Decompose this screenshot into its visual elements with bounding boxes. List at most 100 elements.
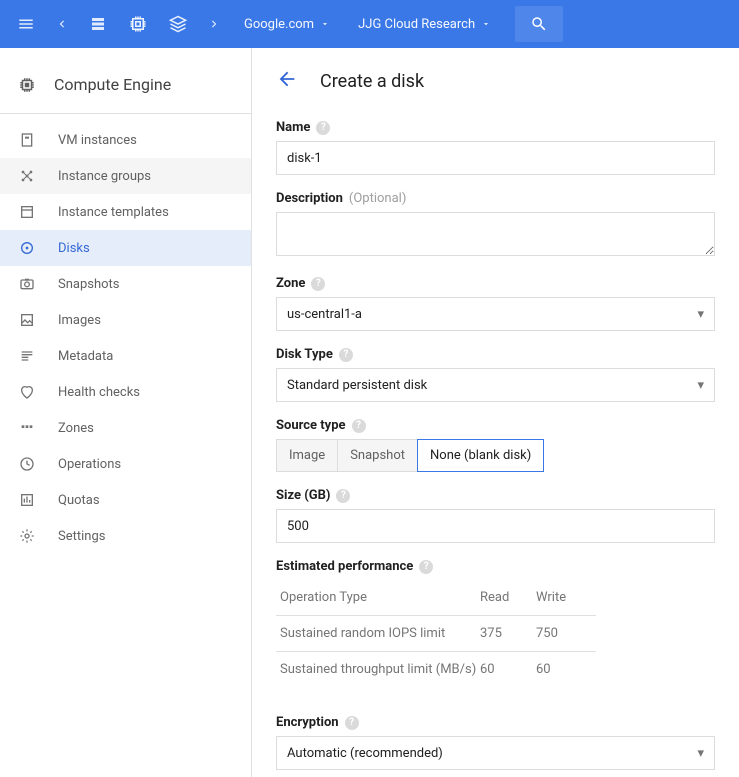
zone-select[interactable]: us-central1-a ▾ [276, 297, 715, 331]
source-type-option[interactable]: None (blank disk) [417, 439, 544, 472]
sidebar-item-label: Snapshots [58, 277, 120, 292]
table-row: Sustained random IOPS limit375750 [276, 616, 596, 652]
back-button[interactable] [276, 68, 298, 94]
perf-col-op: Operation Type [280, 590, 480, 605]
zones-icon [18, 419, 36, 437]
back-nav-button[interactable] [48, 6, 76, 42]
source-type-label: Source type [276, 418, 346, 433]
help-icon[interactable]: ? [311, 277, 325, 291]
name-label: Name [276, 120, 310, 135]
org-selector[interactable]: Google.com [232, 6, 342, 42]
perf-col-read: Read [480, 590, 536, 605]
caret-down-icon [320, 19, 330, 29]
storage-icon[interactable] [80, 6, 116, 42]
perf-table: Operation Type Read Write Sustained rand… [276, 580, 596, 687]
source-type-group: ImageSnapshotNone (blank disk) [276, 439, 715, 472]
org-name: Google.com [244, 17, 314, 32]
project-name: JJG Cloud Research [358, 17, 475, 32]
help-icon[interactable]: ? [419, 560, 433, 574]
sidebar-item-disks[interactable]: Disks [0, 230, 251, 266]
sidebar-item-label: Instance groups [58, 169, 151, 184]
help-icon[interactable]: ? [316, 121, 330, 135]
disks-icon [18, 239, 36, 257]
caret-down-icon: ▾ [697, 746, 704, 761]
sidebar-item-quotas[interactable]: Quotas [0, 482, 251, 518]
menu-button[interactable] [8, 6, 44, 42]
help-icon[interactable]: ? [339, 348, 353, 362]
sidebar-item-label: Metadata [58, 349, 113, 364]
disk-type-value: Standard persistent disk [287, 378, 427, 393]
sidebar-item-snapshots[interactable]: Snapshots [0, 266, 251, 302]
chip-icon[interactable] [120, 6, 156, 42]
layers-icon[interactable] [160, 6, 196, 42]
topbar: Google.com JJG Cloud Research [0, 0, 739, 48]
optional-hint: (Optional) [349, 191, 406, 206]
encryption-label: Encryption [276, 715, 339, 730]
project-selector[interactable]: JJG Cloud Research [346, 6, 503, 42]
sidebar-item-label: Images [58, 313, 101, 328]
sidebar-item-label: Disks [58, 241, 90, 256]
search-button[interactable] [515, 6, 563, 42]
sidebar-item-metadata[interactable]: Metadata [0, 338, 251, 374]
perf-op: Sustained random IOPS limit [280, 626, 480, 641]
sidebar-item-vm-instances[interactable]: VM instances [0, 122, 251, 158]
sidebar-item-images[interactable]: Images [0, 302, 251, 338]
sidebar-item-label: Quotas [58, 493, 100, 508]
settings-icon [18, 527, 36, 545]
zone-label: Zone [276, 276, 305, 291]
sidebar-item-settings[interactable]: Settings [0, 518, 251, 554]
disk-type-label: Disk Type [276, 347, 333, 362]
encryption-select[interactable]: Automatic (recommended) ▾ [276, 736, 715, 770]
encryption-value: Automatic (recommended) [287, 746, 443, 761]
help-icon[interactable]: ? [345, 716, 359, 730]
size-input[interactable] [276, 509, 715, 543]
sidebar-item-label: Instance templates [58, 205, 169, 220]
perf-op: Sustained throughput limit (MB/s) [280, 662, 480, 677]
product-header: Compute Engine [0, 56, 251, 114]
page-title: Create a disk [320, 71, 424, 92]
sidebar-item-label: Operations [58, 457, 121, 472]
source-type-option[interactable]: Snapshot [338, 439, 418, 472]
sidebar-item-label: Health checks [58, 385, 140, 400]
sidebar-item-zones[interactable]: Zones [0, 410, 251, 446]
name-input[interactable] [276, 141, 715, 175]
description-label: Description [276, 191, 343, 206]
content: Create a disk Name? Description (Optional… [252, 48, 739, 777]
sidebar-item-instance-groups[interactable]: Instance groups [0, 158, 251, 194]
vm-instances-icon [18, 131, 36, 149]
health-checks-icon [18, 383, 36, 401]
instance-templates-icon [18, 203, 36, 221]
source-type-option[interactable]: Image [276, 439, 338, 472]
caret-down-icon: ▾ [697, 378, 704, 393]
caret-down-icon [481, 19, 491, 29]
product-title: Compute Engine [54, 75, 171, 94]
perf-col-write: Write [536, 590, 592, 605]
instance-groups-icon [18, 167, 36, 185]
perf-read: 375 [480, 626, 536, 641]
perf-write: 60 [536, 662, 592, 677]
sidebar: Compute Engine VM instances Instance grou… [0, 48, 252, 777]
help-icon[interactable]: ? [352, 419, 366, 433]
perf-write: 750 [536, 626, 592, 641]
caret-down-icon: ▾ [697, 307, 704, 322]
quotas-icon [18, 491, 36, 509]
help-icon[interactable]: ? [336, 489, 350, 503]
sidebar-item-label: VM instances [58, 133, 137, 148]
metadata-icon [18, 347, 36, 365]
images-icon [18, 311, 36, 329]
sidebar-item-health-checks[interactable]: Health checks [0, 374, 251, 410]
operations-icon [18, 455, 36, 473]
description-input[interactable] [276, 212, 715, 256]
sidebar-item-label: Zones [58, 421, 94, 436]
sidebar-item-instance-templates[interactable]: Instance templates [0, 194, 251, 230]
forward-nav-button[interactable] [200, 6, 228, 42]
compute-engine-icon [18, 76, 36, 94]
snapshots-icon [18, 275, 36, 293]
size-label: Size (GB) [276, 488, 330, 503]
table-row: Sustained throughput limit (MB/s)6060 [276, 652, 596, 687]
perf-read: 60 [480, 662, 536, 677]
disk-type-select[interactable]: Standard persistent disk ▾ [276, 368, 715, 402]
sidebar-item-label: Settings [58, 529, 105, 544]
sidebar-item-operations[interactable]: Operations [0, 446, 251, 482]
perf-label: Estimated performance [276, 559, 413, 574]
